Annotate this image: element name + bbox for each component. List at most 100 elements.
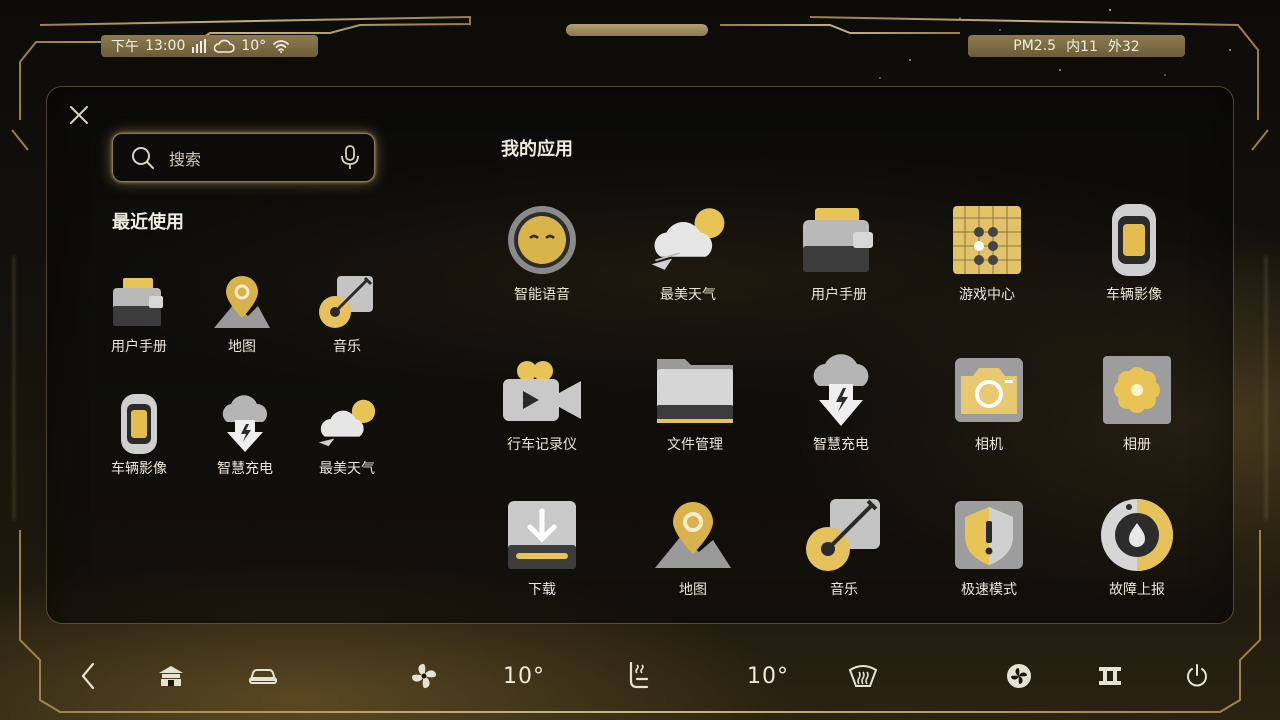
status-bar-left: 下午 13:00 10° xyxy=(101,35,318,57)
search-input[interactable]: 搜索 xyxy=(169,146,340,170)
app-label: 地图 xyxy=(228,339,256,355)
pm-label: PM2.5 xyxy=(1013,38,1057,54)
app-label: 下载 xyxy=(528,582,556,598)
left-temperature[interactable]: 10° xyxy=(496,658,552,694)
search-box[interactable]: 搜索 xyxy=(112,133,375,182)
recent-app-map[interactable]: 地图 xyxy=(187,270,297,356)
rear-defrost-icon xyxy=(1099,667,1121,685)
weather-icon xyxy=(315,392,379,456)
air-quality-bar: PM2.5 内11 外32 xyxy=(968,35,1185,57)
rear-defrost-button[interactable] xyxy=(1096,658,1124,694)
outside-pm: 外32 xyxy=(1107,39,1140,55)
temperature-text: 10° xyxy=(241,38,267,54)
dashcam-icon xyxy=(500,348,584,432)
speed-mode-shield-icon xyxy=(947,493,1031,577)
ac-icon xyxy=(1007,664,1031,688)
close-button[interactable] xyxy=(68,104,90,126)
app-camera[interactable]: 相机 xyxy=(934,348,1044,454)
home-icon xyxy=(159,666,183,686)
app-download[interactable]: 下载 xyxy=(487,493,597,599)
app-label: 故障上报 xyxy=(1109,582,1165,598)
user-manual-icon xyxy=(797,198,881,282)
car-button[interactable] xyxy=(246,658,280,694)
app-label: 相机 xyxy=(975,437,1003,453)
user-manual-icon xyxy=(107,270,171,334)
my-apps-title: 我的应用 xyxy=(501,139,573,160)
smart-charging-icon xyxy=(799,348,883,432)
smart-charging-icon xyxy=(213,392,277,456)
app-label: 智慧充电 xyxy=(813,437,869,453)
photo-album-icon xyxy=(1095,348,1179,432)
map-pin-icon xyxy=(651,493,735,577)
inside-pm: 内11 xyxy=(1066,39,1098,55)
microphone-icon[interactable] xyxy=(340,144,360,171)
recent-title: 最近使用 xyxy=(112,212,184,233)
app-fault-report[interactable]: 故障上报 xyxy=(1082,493,1192,599)
app-label: 相册 xyxy=(1123,437,1151,453)
seat-heat-button[interactable] xyxy=(622,658,654,694)
app-label: 车辆影像 xyxy=(111,461,167,477)
signal-bars-icon xyxy=(191,39,207,53)
right-temperature[interactable]: 10° xyxy=(740,658,796,694)
recent-app-smart-charging[interactable]: 智慧充电 xyxy=(190,392,300,478)
app-label: 音乐 xyxy=(333,339,361,355)
close-icon xyxy=(70,106,88,124)
top-handle[interactable] xyxy=(566,24,708,36)
app-game-center[interactable]: 游戏中心 xyxy=(932,198,1042,304)
app-label: 智能语音 xyxy=(514,287,570,303)
app-vehicle-camera[interactable]: 车辆影像 xyxy=(1079,198,1189,304)
app-voice-assistant[interactable]: 智能语音 xyxy=(487,198,597,304)
app-label: 最美天气 xyxy=(660,287,716,303)
app-label: 音乐 xyxy=(830,582,858,598)
recent-app-vehicle-camera[interactable]: 车辆影像 xyxy=(84,392,194,478)
app-label: 智慧充电 xyxy=(217,461,273,477)
period-text: 下午 xyxy=(111,39,139,55)
recent-app-weather[interactable]: 最美天气 xyxy=(292,392,402,478)
app-map[interactable]: 地图 xyxy=(638,493,748,599)
power-icon xyxy=(1187,664,1207,687)
app-music[interactable]: 音乐 xyxy=(789,493,899,599)
app-user-manual[interactable]: 用户手册 xyxy=(784,198,894,304)
map-pin-icon xyxy=(210,270,274,334)
seat-heat-icon xyxy=(629,661,649,689)
app-label: 车辆影像 xyxy=(1106,287,1162,303)
app-label: 最美天气 xyxy=(319,461,375,477)
defrost-icon xyxy=(848,665,878,687)
recent-app-music[interactable]: 音乐 xyxy=(292,270,402,356)
game-center-icon xyxy=(945,198,1029,282)
app-label: 游戏中心 xyxy=(959,287,1015,303)
app-label: 用户手册 xyxy=(111,339,167,355)
ac-button[interactable] xyxy=(1004,658,1034,694)
vehicle-camera-icon xyxy=(1092,198,1176,282)
search-icon xyxy=(131,146,155,170)
fan-icon xyxy=(411,663,437,689)
app-label: 地图 xyxy=(679,582,707,598)
app-label: 行车记录仪 xyxy=(507,437,577,453)
home-button[interactable] xyxy=(156,658,186,694)
app-photo-album[interactable]: 相册 xyxy=(1082,348,1192,454)
back-icon xyxy=(81,662,95,690)
download-icon xyxy=(500,493,584,577)
app-speed-mode[interactable]: 极速模式 xyxy=(934,493,1044,599)
app-file-manager[interactable]: 文件管理 xyxy=(640,348,750,454)
recent-app-user-manual[interactable]: 用户手册 xyxy=(84,270,194,356)
weather-icon xyxy=(646,198,730,282)
wifi-icon xyxy=(272,39,290,53)
music-guitar-icon xyxy=(315,270,379,334)
app-label: 文件管理 xyxy=(667,437,723,453)
time-text: 13:00 xyxy=(145,38,186,54)
folder-icon xyxy=(653,348,737,432)
app-label: 极速模式 xyxy=(961,582,1017,598)
app-label: 用户手册 xyxy=(811,287,867,303)
app-smart-charging[interactable]: 智慧充电 xyxy=(786,348,896,454)
vehicle-camera-icon xyxy=(107,392,171,456)
cloud-sun-icon xyxy=(213,38,236,54)
app-weather[interactable]: 最美天气 xyxy=(633,198,743,304)
voice-assistant-icon xyxy=(500,198,584,282)
power-button[interactable] xyxy=(1184,658,1210,694)
defrost-button[interactable] xyxy=(846,658,880,694)
fan-button[interactable] xyxy=(408,658,440,694)
back-button[interactable] xyxy=(76,658,100,694)
music-guitar-icon xyxy=(802,493,886,577)
app-dashcam[interactable]: 行车记录仪 xyxy=(487,348,597,454)
